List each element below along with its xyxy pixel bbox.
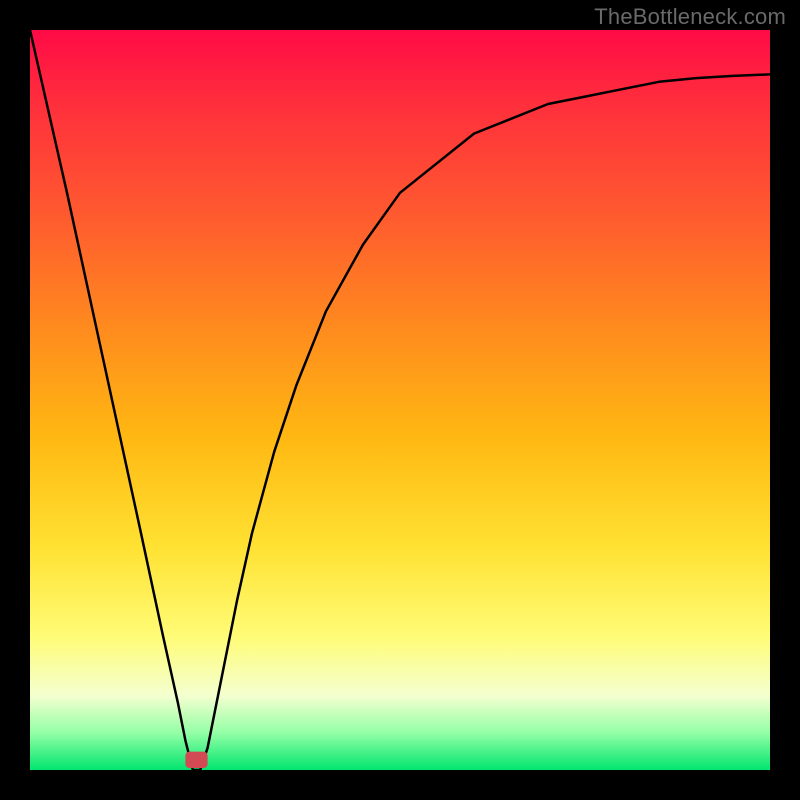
plot-area [30, 30, 770, 770]
optimal-marker [185, 752, 207, 768]
bottleneck-curve [30, 30, 770, 770]
watermark-label: TheBottleneck.com [594, 4, 786, 30]
plot-svg [30, 30, 770, 770]
chart-frame: TheBottleneck.com [0, 0, 800, 800]
